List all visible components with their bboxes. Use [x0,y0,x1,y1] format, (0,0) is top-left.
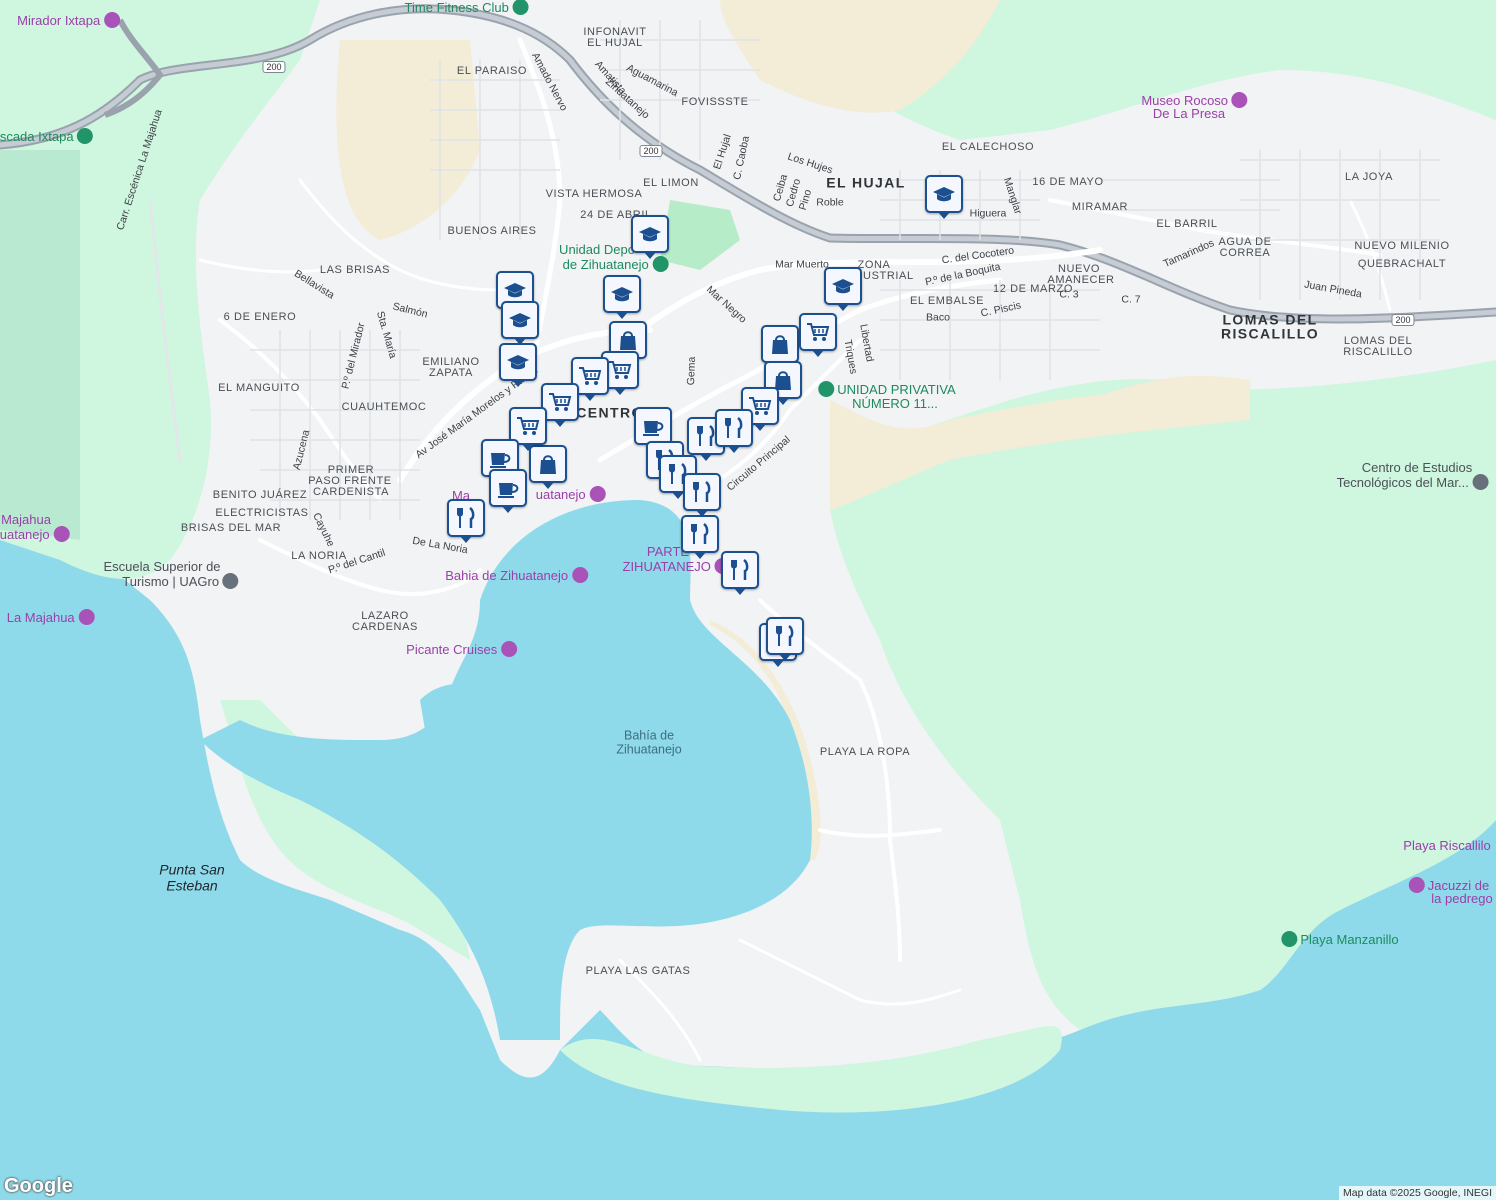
map-canvas[interactable]: 200 200 200 INFONAVIT EL HUJAL EL PARAIS… [0,0,1496,1200]
marker-school[interactable] [603,275,641,319]
graduation-cap-icon [639,227,661,242]
graduation-cap-icon [507,355,529,370]
fork-knife-icon [693,481,711,502]
map-base-layer [0,0,1496,1113]
hill-west-dark [0,150,80,540]
graduation-cap-icon [933,187,955,202]
graduation-cap-icon [611,287,633,302]
marker-restaurant[interactable] [683,473,721,517]
marker-restaurant[interactable] [447,499,485,543]
shopping-cart-icon [517,417,540,435]
marker-cafe[interactable] [634,407,672,451]
coffee-cup-icon [490,453,511,468]
graduation-cap-icon [504,283,526,298]
marker-restaurant[interactable] [681,515,719,559]
coffee-cup-icon [643,421,664,436]
fork-knife-icon [725,417,743,438]
marker-shopping[interactable] [761,325,799,369]
shopping-bag-icon [540,455,556,474]
shopping-cart-icon [609,361,632,379]
shopping-bag-icon [620,331,636,350]
marker-school[interactable] [925,175,963,219]
marker-restaurant[interactable] [721,551,759,595]
marker-shopping[interactable] [529,445,567,489]
google-logo: Google [4,1175,73,1197]
marker-restaurant[interactable] [766,617,804,661]
map-attribution[interactable]: Map data ©2025 Google, INEGI [1339,1186,1496,1200]
fork-knife-icon [731,559,749,580]
graduation-cap-icon [832,279,854,294]
marker-cafe[interactable] [489,469,527,513]
marker-school[interactable] [501,301,539,345]
shopping-cart-icon [549,393,572,411]
shopping-cart-icon [807,323,830,341]
graduation-cap-icon [509,313,531,328]
marker-school[interactable] [631,215,669,259]
highway-shield-200: 200 [639,145,663,157]
fork-knife-icon [691,523,709,544]
coffee-cup-icon [498,483,519,498]
marker-restaurant[interactable] [715,409,753,453]
highway-shield-200: 200 [262,61,286,73]
marker-grocery[interactable] [799,313,837,357]
marker-school[interactable] [824,267,862,311]
shopping-bag-icon [772,335,788,354]
marker-school[interactable] [499,343,537,387]
fork-knife-icon [457,507,475,528]
fork-knife-icon [776,625,794,646]
highway-shield-200: 200 [1391,314,1415,326]
shopping-cart-icon [579,367,602,385]
